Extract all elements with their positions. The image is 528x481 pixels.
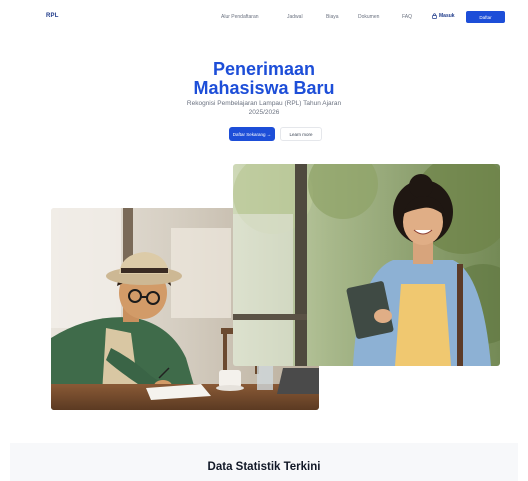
nav-item-jadwal[interactable]: Jadwal [287, 14, 303, 20]
student-smiling-photo [233, 164, 500, 366]
register-button[interactable]: Daftar [466, 11, 505, 23]
nav-item-dokumen[interactable]: Dokumen [358, 14, 379, 20]
nav-item-alur-pendaftaran[interactable]: Alur Pendaftaran [221, 14, 259, 20]
hero-title-line2: Mahasiswa Baru [193, 78, 335, 98]
top-navbar: RPL Alur Pendaftaran Jadwal Biaya Dokume… [0, 0, 528, 34]
nav-item-biaya[interactable]: Biaya [326, 14, 339, 20]
login-label: Masuk [439, 13, 455, 19]
hero-title-line1: Penerimaan [212, 59, 316, 79]
hero-subtitle-line1: Rekognisi Pembelajaran Lampau (RPL) Tahu… [186, 100, 342, 107]
hero-subtitle-line2: 2025/2026 [248, 109, 280, 116]
register-now-button[interactable]: Daftar Sekarang → [229, 127, 275, 141]
nav-item-faq[interactable]: FAQ [402, 14, 412, 20]
login-link[interactable]: Masuk [432, 13, 455, 19]
stats-section-title: Data Statistik Terkini [207, 461, 321, 473]
learn-more-button[interactable]: Learn more [280, 127, 322, 141]
site-logo[interactable]: RPL [46, 13, 59, 19]
lock-icon [432, 13, 437, 19]
